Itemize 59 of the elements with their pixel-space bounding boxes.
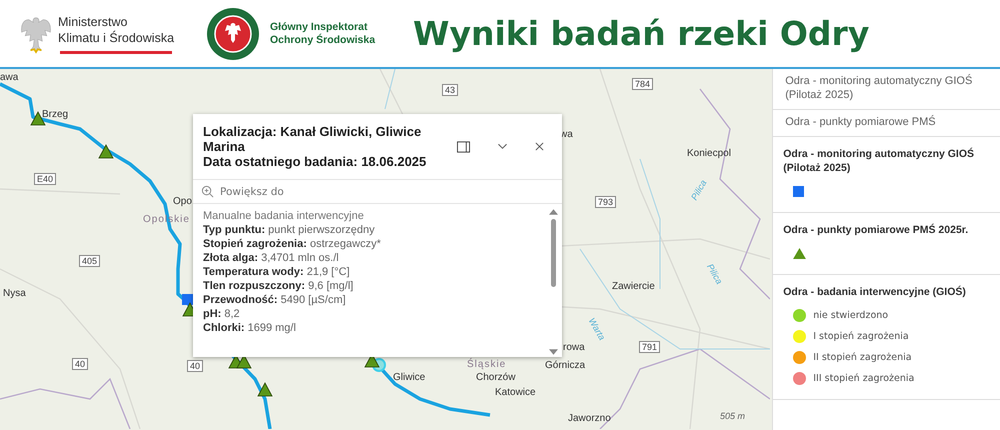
zoom-to-link[interactable]: Powiększ do bbox=[220, 186, 284, 198]
measurement-point-icon[interactable] bbox=[236, 354, 252, 368]
scroll-up-icon[interactable] bbox=[548, 209, 558, 215]
legend-label: nie stwierdzono bbox=[813, 310, 888, 321]
page-title: Wyniki badań rzeki Odry bbox=[413, 14, 870, 53]
ministry-name: Ministerstwo bbox=[58, 14, 128, 30]
attribute-line: Złota alga: 3,4701 mln os./l bbox=[203, 251, 340, 265]
inspectorate-name: Główny Inspektorat bbox=[270, 20, 368, 32]
attribute-line: Przewodność: 5490 [µS/cm] bbox=[203, 293, 347, 307]
map-label: Brzeg bbox=[42, 109, 68, 120]
layer-item[interactable]: Odra - punkty pomiarowe PMŚ bbox=[773, 110, 1000, 137]
map-label: 793 bbox=[595, 196, 616, 208]
map-label: Zawiercie bbox=[612, 281, 655, 292]
attribute-line: Stopień zagrożenia: ostrzegawczy* bbox=[203, 237, 382, 251]
measurement-point-icon[interactable] bbox=[257, 382, 273, 396]
close-icon[interactable] bbox=[535, 142, 544, 151]
measurement-point-icon[interactable] bbox=[98, 144, 114, 158]
attribute-line: Chlorki: 1699 mg/l bbox=[203, 321, 297, 335]
map-label: 40 bbox=[72, 358, 88, 370]
map-label: 505 m bbox=[720, 411, 746, 421]
map-label: Jaworzno bbox=[568, 413, 611, 424]
zoom-in-icon[interactable] bbox=[201, 185, 214, 198]
attribute-line: pH: 8,2 bbox=[203, 307, 241, 321]
attribute-line: Tlen rozpuszczony: 9,6 [mg/l] bbox=[203, 279, 354, 293]
map-label: Gliwice bbox=[393, 372, 426, 383]
dock-icon[interactable] bbox=[457, 140, 470, 152]
inspectorate-name: Ochrony Środowiska bbox=[270, 34, 376, 46]
scrollbar-thumb[interactable] bbox=[550, 219, 556, 287]
map-label: 43 bbox=[442, 84, 458, 96]
map-label: Śląskie bbox=[467, 359, 506, 370]
inspectorate-seal-icon bbox=[206, 6, 260, 60]
map-label: Katowice bbox=[495, 387, 536, 398]
popup-title: Data ostatniego badania: 18.06.2025 bbox=[203, 154, 428, 169]
map-label: rowa bbox=[563, 342, 585, 353]
map-label: 784 bbox=[632, 78, 654, 90]
map-label: 40 bbox=[187, 360, 204, 372]
map-label: Koniecpol bbox=[687, 148, 731, 159]
legend-title: Odra - badania interwencyjne (GIOŚ) bbox=[783, 285, 967, 299]
layer-item[interactable]: Odra - monitoring automatyczny GIOŚ (Pilotaż 2025) bbox=[773, 69, 1000, 110]
map-label: awa bbox=[0, 72, 18, 83]
ministry-name: Klimatu i Środowiska bbox=[58, 30, 174, 46]
map-label: 791 bbox=[639, 341, 660, 353]
legend-title: Odra - monitoring automatyczny GIOŚ (Pilotaż 2025) bbox=[783, 147, 976, 175]
legend-label: II stopień zagrożenia bbox=[813, 352, 912, 363]
legend-title: Odra - punkty pomiarowe PMŚ 2025r. bbox=[783, 223, 970, 237]
attribute-line: Typ punktu: punkt pierwszorzędny bbox=[203, 223, 376, 237]
map-label: Chorzów bbox=[476, 372, 516, 383]
legend-label: I stopień zagrożenia bbox=[813, 331, 909, 342]
section-heading: Manualne badania interwencyjne bbox=[203, 209, 365, 223]
legend-label: III stopień zagrożenia bbox=[813, 373, 914, 384]
popup-title: Lokalizacja: Kanał Gliwicki, Gliwice Marina bbox=[203, 124, 422, 154]
map-label: Nysa bbox=[3, 288, 26, 299]
map-label: Opo bbox=[173, 196, 192, 207]
scroll-down-icon[interactable] bbox=[548, 349, 558, 355]
collapse-icon[interactable] bbox=[498, 142, 507, 151]
attribute-line: Temperatura wody: 21,9 [°C] bbox=[203, 265, 351, 279]
map-label: E40 bbox=[34, 173, 56, 185]
map-label: 405 bbox=[79, 255, 100, 267]
map-label: Górnicza bbox=[545, 360, 586, 371]
